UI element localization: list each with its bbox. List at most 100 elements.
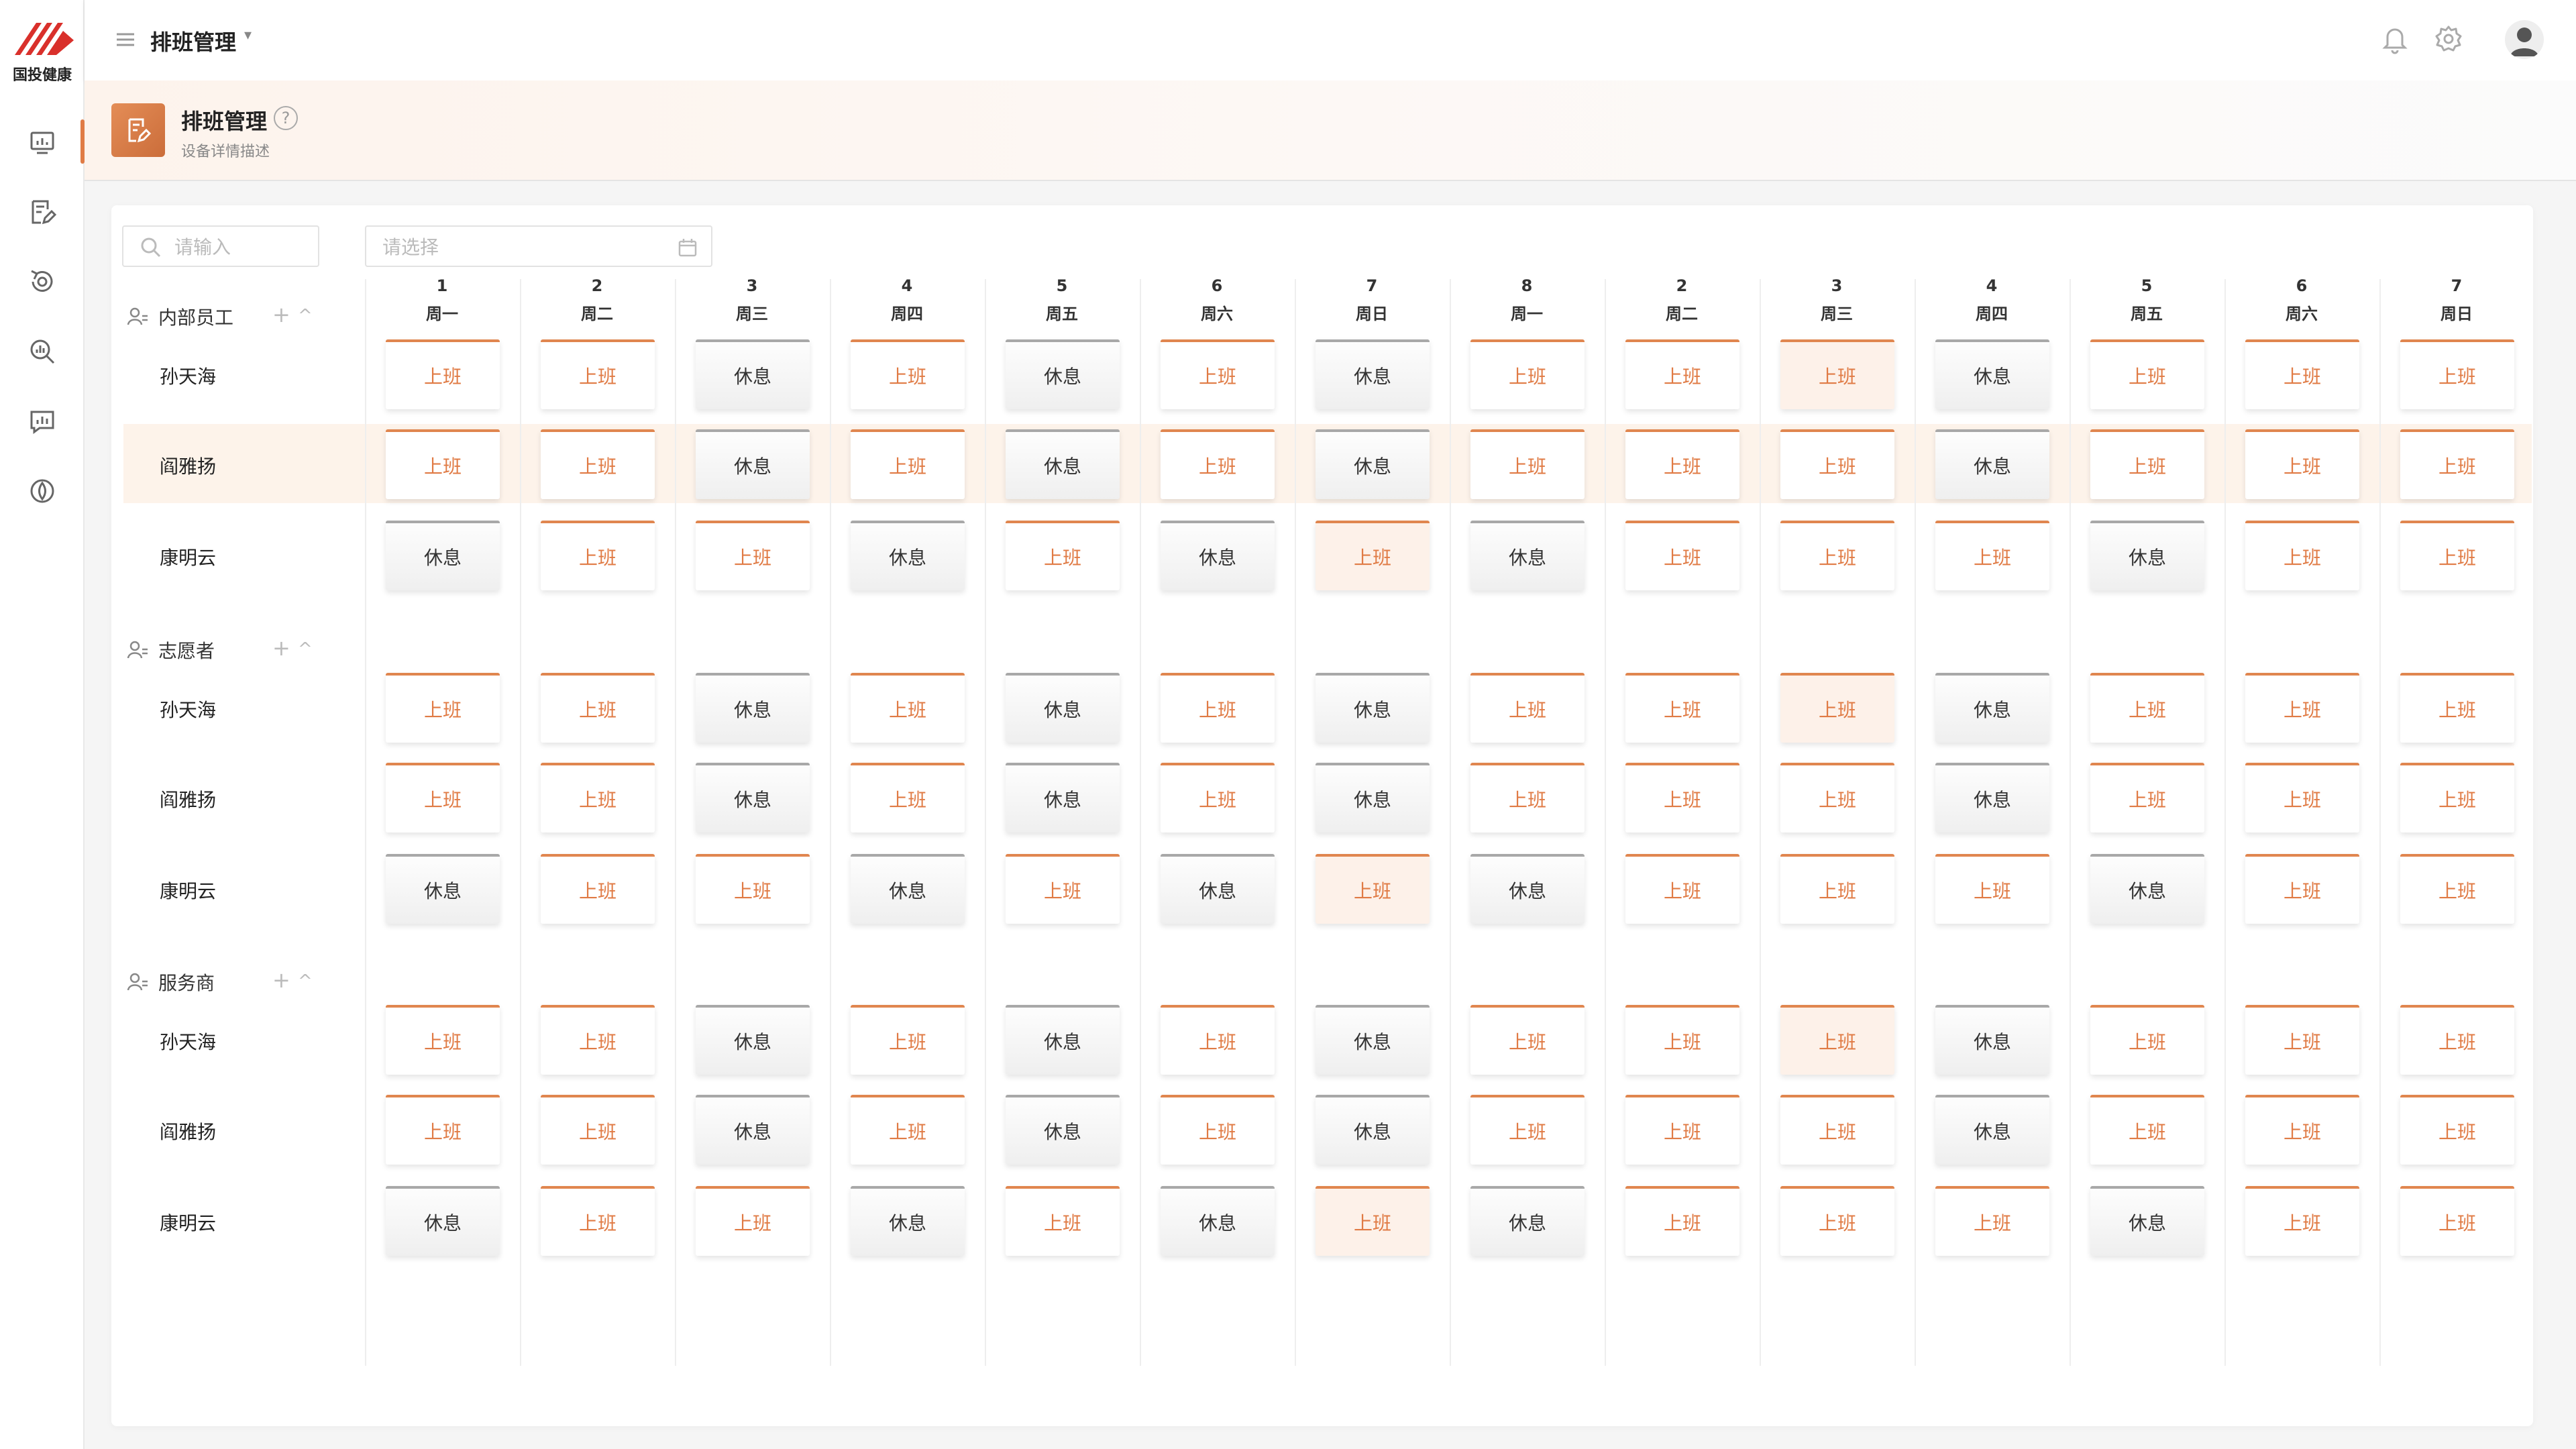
shift-cell-work[interactable]: 上班 <box>2245 854 2359 924</box>
shift-cell-work[interactable]: 上班 <box>696 1186 810 1256</box>
shift-cell-rest[interactable]: 休息 <box>1470 521 1585 590</box>
search-input[interactable] <box>174 235 309 259</box>
shift-cell-work[interactable]: 上班 <box>541 1005 655 1075</box>
date-input[interactable] <box>382 235 651 259</box>
shift-cell-work[interactable]: 上班 <box>1625 521 1739 590</box>
shift-cell-rest[interactable]: 休息 <box>1935 763 2049 833</box>
shift-cell-work[interactable]: 上班 <box>2400 1095 2514 1165</box>
shift-cell-rest[interactable]: 休息 <box>1161 1186 1275 1256</box>
shift-cell-rest[interactable]: 休息 <box>696 763 810 833</box>
shift-cell-work[interactable]: 上班 <box>1006 1186 1120 1256</box>
shift-cell-rest[interactable]: 休息 <box>1161 854 1275 924</box>
shift-cell-rest[interactable]: 休息 <box>1935 339 2049 409</box>
shift-cell-work[interactable]: 上班 <box>541 763 655 833</box>
shift-cell-work[interactable]: 上班 <box>1780 1005 1894 1075</box>
shift-cell-rest[interactable]: 休息 <box>2090 1186 2204 1256</box>
add-icon[interactable]: + <box>272 635 290 661</box>
shift-cell-work[interactable]: 上班 <box>851 673 965 743</box>
shift-cell-rest[interactable]: 休息 <box>386 1186 500 1256</box>
shift-cell-rest[interactable]: 休息 <box>1316 339 1430 409</box>
shift-cell-rest[interactable]: 休息 <box>1935 1005 2049 1075</box>
brand-logo[interactable]: 国投健康 <box>7 20 78 84</box>
shift-cell-work[interactable]: 上班 <box>2090 1095 2204 1165</box>
shift-cell-work[interactable]: 上班 <box>541 339 655 409</box>
shift-cell-work[interactable]: 上班 <box>1316 521 1430 590</box>
shift-cell-work[interactable]: 上班 <box>2400 763 2514 833</box>
group-header[interactable]: 服务商 <box>126 969 215 996</box>
shift-cell-work[interactable]: 上班 <box>1161 673 1275 743</box>
shift-cell-work[interactable]: 上班 <box>2400 521 2514 590</box>
add-icon[interactable]: + <box>272 967 290 993</box>
shift-cell-rest[interactable]: 休息 <box>851 1186 965 1256</box>
chevron-down-icon[interactable]: ▾ <box>244 27 252 44</box>
shift-cell-work[interactable]: 上班 <box>1316 854 1430 924</box>
shift-cell-rest[interactable]: 休息 <box>851 521 965 590</box>
sidebar-item-analysis[interactable] <box>0 325 85 378</box>
chevron-up-icon[interactable]: ^ <box>298 306 313 326</box>
sidebar-item-message[interactable] <box>0 394 85 448</box>
shift-cell-work[interactable]: 上班 <box>1625 429 1739 499</box>
shift-cell-work[interactable]: 上班 <box>2245 763 2359 833</box>
shift-cell-work[interactable]: 上班 <box>386 763 500 833</box>
shift-cell-work[interactable]: 上班 <box>1161 1005 1275 1075</box>
shift-cell-work[interactable]: 上班 <box>1316 1186 1430 1256</box>
shift-cell-work[interactable]: 上班 <box>1161 1095 1275 1165</box>
shift-cell-work[interactable]: 上班 <box>386 339 500 409</box>
shift-cell-rest[interactable]: 休息 <box>696 673 810 743</box>
shift-cell-rest[interactable]: 休息 <box>1006 1095 1120 1165</box>
shift-cell-rest[interactable]: 休息 <box>696 429 810 499</box>
notification-button[interactable] <box>2375 19 2415 59</box>
shift-cell-work[interactable]: 上班 <box>696 521 810 590</box>
shift-cell-work[interactable]: 上班 <box>1780 854 1894 924</box>
shift-cell-work[interactable]: 上班 <box>1625 1186 1739 1256</box>
shift-cell-rest[interactable]: 休息 <box>696 339 810 409</box>
shift-cell-work[interactable]: 上班 <box>541 673 655 743</box>
shift-cell-work[interactable]: 上班 <box>1780 763 1894 833</box>
shift-cell-work[interactable]: 上班 <box>1780 521 1894 590</box>
shift-cell-work[interactable]: 上班 <box>1625 339 1739 409</box>
shift-cell-work[interactable]: 上班 <box>1161 763 1275 833</box>
shift-cell-rest[interactable]: 休息 <box>1316 763 1430 833</box>
shift-cell-work[interactable]: 上班 <box>1470 1005 1585 1075</box>
shift-cell-rest[interactable]: 休息 <box>1935 673 2049 743</box>
shift-cell-rest[interactable]: 休息 <box>1316 1005 1430 1075</box>
chevron-up-icon[interactable]: ^ <box>298 639 313 659</box>
shift-cell-work[interactable]: 上班 <box>1625 1095 1739 1165</box>
shift-cell-rest[interactable]: 休息 <box>696 1005 810 1075</box>
search-box[interactable] <box>122 225 319 267</box>
shift-cell-work[interactable]: 上班 <box>2090 763 2204 833</box>
shift-cell-work[interactable]: 上班 <box>1470 1095 1585 1165</box>
shift-cell-work[interactable]: 上班 <box>1470 429 1585 499</box>
shift-cell-work[interactable]: 上班 <box>1780 339 1894 409</box>
shift-cell-rest[interactable]: 休息 <box>1316 673 1430 743</box>
shift-cell-rest[interactable]: 休息 <box>1470 1186 1585 1256</box>
shift-cell-work[interactable]: 上班 <box>2090 339 2204 409</box>
shift-cell-work[interactable]: 上班 <box>2245 1005 2359 1075</box>
shift-cell-work[interactable]: 上班 <box>1625 673 1739 743</box>
shift-cell-rest[interactable]: 休息 <box>1935 429 2049 499</box>
shift-cell-work[interactable]: 上班 <box>2400 429 2514 499</box>
avatar[interactable] <box>2505 20 2544 59</box>
shift-cell-rest[interactable]: 休息 <box>1316 429 1430 499</box>
shift-cell-rest[interactable]: 休息 <box>1316 1095 1430 1165</box>
shift-cell-work[interactable]: 上班 <box>386 673 500 743</box>
shift-cell-work[interactable]: 上班 <box>541 429 655 499</box>
shift-cell-work[interactable]: 上班 <box>1935 1186 2049 1256</box>
shift-cell-work[interactable]: 上班 <box>1006 854 1120 924</box>
shift-cell-work[interactable]: 上班 <box>541 854 655 924</box>
shift-cell-rest[interactable]: 休息 <box>1470 854 1585 924</box>
shift-cell-work[interactable]: 上班 <box>1470 339 1585 409</box>
shift-cell-rest[interactable]: 休息 <box>1006 763 1120 833</box>
shift-cell-work[interactable]: 上班 <box>851 1005 965 1075</box>
shift-cell-work[interactable]: 上班 <box>851 763 965 833</box>
shift-cell-work[interactable]: 上班 <box>1625 854 1739 924</box>
shift-cell-work[interactable]: 上班 <box>2090 673 2204 743</box>
shift-cell-work[interactable]: 上班 <box>1625 763 1739 833</box>
shift-cell-work[interactable]: 上班 <box>2400 1186 2514 1256</box>
shift-cell-work[interactable]: 上班 <box>1780 429 1894 499</box>
shift-cell-work[interactable]: 上班 <box>1006 521 1120 590</box>
shift-cell-work[interactable]: 上班 <box>2400 1005 2514 1075</box>
shift-cell-rest[interactable]: 休息 <box>851 854 965 924</box>
shift-cell-work[interactable]: 上班 <box>851 339 965 409</box>
shift-cell-work[interactable]: 上班 <box>2090 1005 2204 1075</box>
